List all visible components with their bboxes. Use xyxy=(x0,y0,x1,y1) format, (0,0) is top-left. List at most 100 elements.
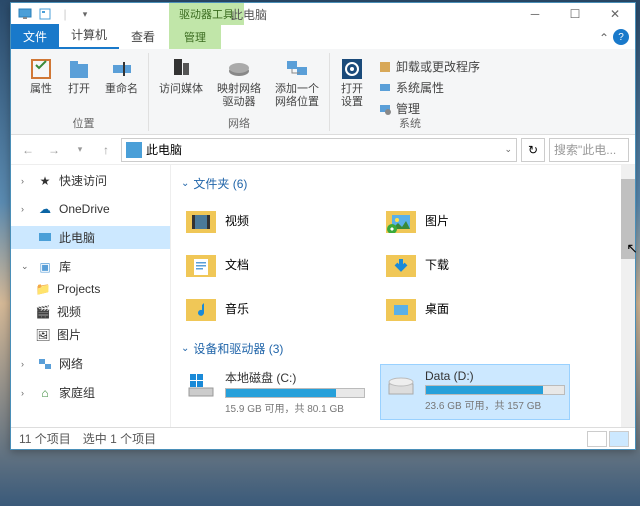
details-view-button[interactable] xyxy=(587,431,607,447)
folder-icon xyxy=(385,292,417,324)
pc-icon xyxy=(126,142,142,158)
up-button[interactable]: ↑ xyxy=(95,139,117,161)
manage-button[interactable]: 管理 xyxy=(376,99,482,118)
ribbon-group-system: 打开 设置 卸载或更改程序 系统属性 管理 系统 xyxy=(330,53,490,131)
ribbon: 属性 打开 重命名 位置 访问媒体 映射网络 驱动器 添加一个 网络位置 网络 … xyxy=(11,49,635,135)
folder-documents[interactable]: 文档 xyxy=(181,244,361,284)
add-network-location-button[interactable]: 添加一个 网络位置 xyxy=(273,55,321,111)
star-icon: ★ xyxy=(37,173,53,189)
main-content: ⌄文件夹 (6) 视频 图片文档 下载音乐 桌面 ⌄设备和驱动器 (3) 本地磁盘 (… xyxy=(171,165,635,427)
address-dropdown-icon[interactable]: ⌄ xyxy=(504,144,512,155)
ribbon-group-location: 属性 打开 重命名 位置 xyxy=(19,53,149,131)
navigation-pane: ›★快速访问 ›☁OneDrive 此电脑 ⌄▣库 📁Projects 🎬视频 … xyxy=(11,165,171,427)
monitor-icon[interactable] xyxy=(17,6,33,22)
explorer-window: | ▾ 驱动器工具 此电脑 ─ ☐ ✕ 文件 计算机 查看 管理 ⌃ ? 属性 … xyxy=(10,2,636,450)
drive-icon xyxy=(385,369,417,401)
help-icon[interactable]: ? xyxy=(613,29,629,45)
group-label-network: 网络 xyxy=(228,115,250,131)
address-text: 此电脑 xyxy=(146,141,182,158)
drive-usage-text: 23.6 GB 可用，共 157 GB xyxy=(425,397,565,412)
refresh-button[interactable]: ↻ xyxy=(521,138,545,162)
folder-icon xyxy=(385,248,417,280)
system-properties-button[interactable]: 系统属性 xyxy=(376,78,482,97)
forward-button[interactable]: → xyxy=(43,139,65,161)
quick-access-toolbar: | ▾ xyxy=(11,6,93,22)
large-icons-view-button[interactable] xyxy=(609,431,629,447)
drive-icon xyxy=(185,369,217,401)
library-icon: ▣ xyxy=(37,259,53,275)
qat-dropdown-icon[interactable]: ▾ xyxy=(77,6,93,22)
address-bar: ← → ▾ ↑ 此电脑 ⌄ ↻ 搜索"此电... xyxy=(11,135,635,165)
ribbon-group-network: 访问媒体 映射网络 驱动器 添加一个 网络位置 网络 xyxy=(149,53,330,131)
cloud-icon: ☁ xyxy=(37,201,53,217)
folder-video[interactable]: 视频 xyxy=(181,200,361,240)
sidebar-libraries[interactable]: ⌄▣库 xyxy=(11,255,170,278)
recent-button[interactable]: ▾ xyxy=(69,139,91,161)
search-input[interactable]: 搜索"此电... xyxy=(549,138,629,162)
section-drives[interactable]: ⌄设备和驱动器 (3) xyxy=(181,340,625,357)
drive-name: 本地磁盘 (C:) xyxy=(225,369,365,386)
folder-label: 音乐 xyxy=(225,300,249,317)
scrollbar-thumb[interactable] xyxy=(621,179,635,259)
folder-icon xyxy=(185,204,217,236)
tab-computer[interactable]: 计算机 xyxy=(59,22,119,49)
address-input[interactable]: 此电脑 ⌄ xyxy=(121,138,517,162)
ribbon-tabs: 文件 计算机 查看 管理 ⌃ ? xyxy=(11,25,635,49)
status-item-count: 11 个项目 xyxy=(19,430,71,447)
folder-icon xyxy=(185,248,217,280)
sidebar-this-pc[interactable]: 此电脑 xyxy=(11,226,170,249)
drive-name: Data (D:) xyxy=(425,369,565,383)
close-button[interactable]: ✕ xyxy=(595,3,635,25)
folder-label: 下载 xyxy=(425,256,449,273)
folder-pictures[interactable]: 图片 xyxy=(381,200,561,240)
sidebar-quick-access[interactable]: ›★快速访问 xyxy=(11,169,170,192)
properties-icon[interactable] xyxy=(37,6,53,22)
tab-manage[interactable]: 管理 xyxy=(169,25,221,49)
folder-desktop[interactable]: 桌面 xyxy=(381,288,561,328)
homegroup-icon: ⌂ xyxy=(37,385,53,401)
content-area: ›★快速访问 ›☁OneDrive 此电脑 ⌄▣库 📁Projects 🎬视频 … xyxy=(11,165,635,427)
network-icon xyxy=(37,356,53,372)
back-button[interactable]: ← xyxy=(17,139,39,161)
open-settings-button[interactable]: 打开 设置 xyxy=(338,55,366,111)
sidebar-network[interactable]: ›网络 xyxy=(11,352,170,375)
qat-divider: | xyxy=(57,6,73,22)
sidebar-homegroup[interactable]: ›⌂家庭组 xyxy=(11,381,170,404)
drive-usage-text: 15.9 GB 可用，共 80.1 GB xyxy=(225,400,365,415)
sidebar-projects[interactable]: 📁Projects xyxy=(11,278,170,300)
properties-button[interactable]: 属性 xyxy=(27,55,55,98)
video-icon: 🎬 xyxy=(35,304,51,320)
folder-icon xyxy=(385,204,417,236)
sidebar-pictures[interactable]: 🖼图片 xyxy=(11,323,170,346)
folder-downloads[interactable]: 下载 xyxy=(381,244,561,284)
maximize-button[interactable]: ☐ xyxy=(555,3,595,25)
drive-item[interactable]: Data (D:) 23.6 GB 可用，共 157 GB xyxy=(381,365,569,419)
folder-label: 桌面 xyxy=(425,300,449,317)
minimize-button[interactable]: ─ xyxy=(515,3,555,25)
folder-icon: 📁 xyxy=(35,281,51,297)
status-bar: 11 个项目 选中 1 个项目 xyxy=(11,427,635,449)
rename-button[interactable]: 重命名 xyxy=(103,55,140,98)
folder-label: 视频 xyxy=(225,212,249,229)
tab-view[interactable]: 查看 xyxy=(119,24,167,49)
folder-music[interactable]: 音乐 xyxy=(181,288,361,328)
access-media-button[interactable]: 访问媒体 xyxy=(157,55,205,98)
scrollbar[interactable] xyxy=(621,165,635,427)
sidebar-videos[interactable]: 🎬视频 xyxy=(11,300,170,323)
group-label-system: 系统 xyxy=(399,115,421,131)
window-title: 此电脑 xyxy=(231,6,267,23)
status-selected-count: 选中 1 个项目 xyxy=(83,430,156,447)
folder-label: 文档 xyxy=(225,256,249,273)
drive-usage-bar xyxy=(425,385,565,395)
picture-icon: 🖼 xyxy=(35,327,51,343)
sidebar-onedrive[interactable]: ›☁OneDrive xyxy=(11,198,170,220)
folder-icon xyxy=(185,292,217,324)
map-drive-button[interactable]: 映射网络 驱动器 xyxy=(215,55,263,111)
open-button[interactable]: 打开 xyxy=(65,55,93,98)
drive-item[interactable]: 本地磁盘 (C:) 15.9 GB 可用，共 80.1 GB xyxy=(181,365,369,419)
folder-label: 图片 xyxy=(425,212,449,229)
collapse-ribbon-icon[interactable]: ⌃ xyxy=(599,31,609,45)
uninstall-programs-button[interactable]: 卸载或更改程序 xyxy=(376,57,482,76)
section-folders[interactable]: ⌄文件夹 (6) xyxy=(181,175,625,192)
tab-file[interactable]: 文件 xyxy=(11,24,59,49)
